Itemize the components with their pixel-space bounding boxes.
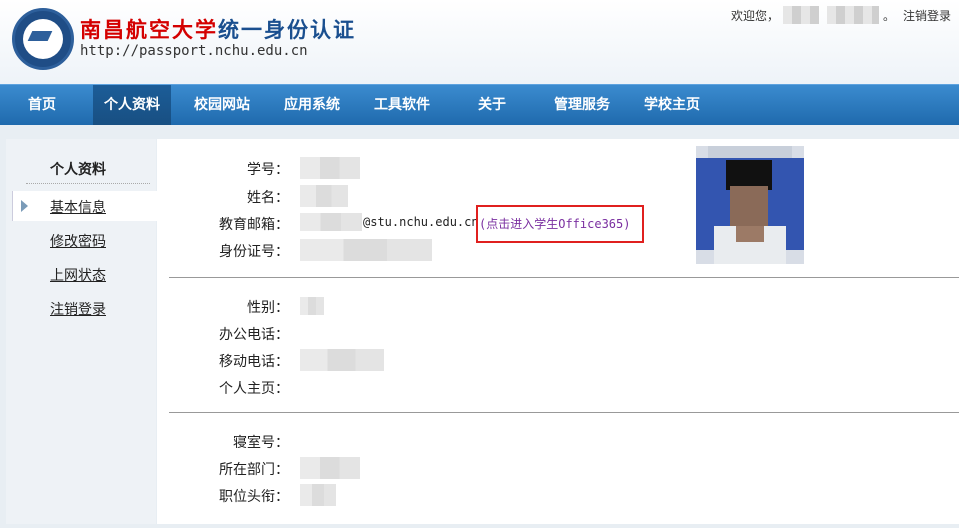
redacted-username [782, 6, 819, 24]
mobile-label: 移动电话： [219, 354, 289, 370]
section-divider-1 [169, 277, 959, 278]
nav-school-homepage[interactable]: 学校主页 [636, 85, 708, 125]
sidebar-divider [26, 183, 150, 184]
office-phone-label: 办公电话： [219, 327, 289, 343]
id-card-label: 身份证号： [219, 244, 289, 260]
nav-campus-sites[interactable]: 校园网站 [186, 85, 258, 125]
main-area: 个人资料 基本信息 修改密码 上网状态 注销登录 学号： 姓名： 教育邮箱： @… [0, 125, 959, 528]
nav-profile[interactable]: 个人资料 [93, 85, 171, 125]
sidebar-item-network-status[interactable]: 上网状态 [50, 265, 106, 285]
sidebar-title: 个人资料 [50, 162, 106, 178]
sidebar-item-change-password[interactable]: 修改密码 [50, 231, 106, 251]
redacted-department [300, 457, 360, 479]
header-logout-link[interactable]: 注销登录 [903, 7, 951, 24]
email-domain: @stu.nchu.edu.cn [363, 215, 479, 229]
profile-content: 学号： 姓名： 教育邮箱： @stu.nchu.edu.cn (点击进入学生Of… [157, 139, 959, 524]
name-label: 姓名： [247, 190, 289, 206]
section-divider-2 [169, 412, 959, 413]
redacted-student-id [300, 157, 360, 179]
office365-link[interactable]: (点击进入学生Office365) [479, 215, 630, 232]
redacted-email-user [300, 213, 362, 231]
redacted-mobile [300, 349, 384, 371]
sidebar-item-basic-info[interactable]: 基本信息 [50, 197, 106, 217]
university-logo [12, 8, 74, 70]
welcome-label: 欢迎您， [730, 8, 779, 23]
email-label: 教育邮箱： [219, 217, 289, 233]
page-header: 南昌航空大学统一身份认证 http://passport.nchu.edu.cn… [0, 0, 959, 84]
redacted-name [300, 185, 348, 207]
main-nav: 首页 个人资料 校园网站 应用系统 工具软件 关于 管理服务 学校主页 [0, 84, 959, 125]
gender-label: 性别： [247, 300, 289, 316]
site-title-red: 南昌航空大学 [80, 18, 218, 42]
user-photo [696, 146, 804, 264]
welcome-bar: 欢迎您， 。 注销登录 [731, 6, 951, 24]
redacted-gender [300, 297, 324, 315]
job-title-label: 职位头衔： [219, 489, 289, 505]
redacted-user-id [826, 6, 879, 24]
site-title: 南昌航空大学统一身份认证 [80, 14, 356, 44]
homepage-label: 个人主页： [219, 381, 289, 397]
sidebar-item-logout[interactable]: 注销登录 [50, 299, 106, 319]
site-title-blue: 统一身份认证 [218, 18, 356, 42]
nav-tools[interactable]: 工具软件 [366, 85, 438, 125]
welcome-dot: 。 [882, 8, 895, 23]
department-label: 所在部门： [219, 462, 289, 478]
sidebar: 个人资料 基本信息 修改密码 上网状态 注销登录 [6, 139, 162, 524]
nav-applications[interactable]: 应用系统 [276, 85, 348, 125]
site-url: http://passport.nchu.edu.cn [80, 43, 308, 59]
student-id-label: 学号： [247, 162, 289, 178]
nav-admin-services[interactable]: 管理服务 [546, 85, 618, 125]
redacted-id-card [300, 239, 432, 261]
dorm-label: 寝室号： [233, 435, 289, 451]
nav-about[interactable]: 关于 [470, 85, 514, 125]
redacted-job-title [300, 484, 336, 506]
nav-home[interactable]: 首页 [18, 85, 66, 125]
triangle-right-icon [21, 200, 28, 212]
